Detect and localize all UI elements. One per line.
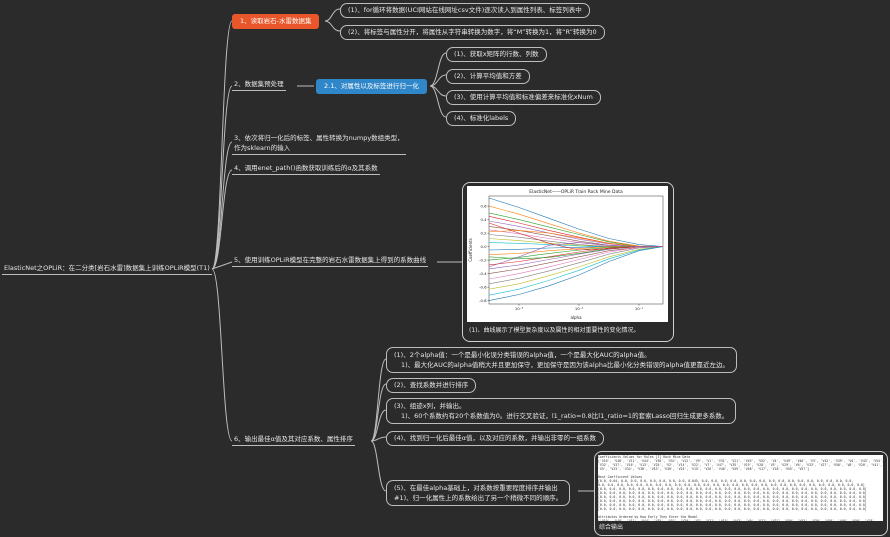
console-output-panel: Coefficients Values for Rules [I] Rock M… [598, 455, 883, 521]
y-tick-label: -0.2 [479, 258, 487, 263]
branch-2-preprocess[interactable]: 2、数据集预处理 [232, 79, 286, 91]
y-axis-label: Coefficients [468, 238, 473, 262]
branch-2-1-2-label: (2)、计算平均值和方差 [454, 72, 522, 80]
branch-6-3[interactable]: (3)、组迹x列，并输出。 1)、60个系数约有20个系数值为0。进行交叉验证，… [386, 398, 737, 424]
branch-6-1-line-2: 1)、最大化AUC的alpha值稍大并且更加保守，更加保守是因为该alpha比最… [401, 361, 729, 369]
branch-2-1-label: 2.1、对属性以及标签进行归一化 [324, 82, 419, 90]
x-axis-label: alpha [570, 315, 582, 320]
y-tick-label: 0.0 [480, 244, 487, 249]
chart-caption: (1)、曲线展示了模型复杂度以及属性的相对重要性的变化情况。 [469, 327, 640, 334]
branch-6-label: 6、输出最佳α值及其对应系数、属性排序 [234, 435, 353, 443]
x-tick-label: 10⁻² [575, 306, 584, 311]
branch-6-5-line-1: (5)、在最佳alpha基础上，对系数按重要程度排序并输出 [394, 484, 558, 492]
coefficient-chart: ElasticNet——OPLiR Train Rock Mine Data al… [467, 186, 668, 322]
branch-5-label: 5、使用训练OPLiR模型在完整的岩石水雷数据集上得到的系数曲线 [234, 256, 427, 264]
branch-3-numpy[interactable]: 3、依次将归一化后的标签、属性转换为numpy数组类型， 作为sklearn的输… [232, 132, 406, 155]
branch-3-line-1: 3、依次将归一化后的标签、属性转换为numpy数组类型， [234, 134, 404, 142]
branch-2-1-1-label: (1)、获取x矩阵的行数、列数 [454, 50, 539, 58]
branch-2-1-3-label: (3)、使用计算平均值和标准偏差来标准化xNum [454, 93, 593, 101]
console-output-line: ['V10', 'V48', 'V11', 'V44', 'V35', 'V51… [598, 519, 877, 521]
branch-6-5-line-2: #1)、归一化属性上的系数给出了另一个稍微不同的顺序。 [394, 494, 563, 502]
x-tick-label: 10⁻³ [515, 306, 524, 311]
branch-1-1-label: (1)、for循环将数据(UCI网站在线网址csv文件)逐次读入到属性列表、标签… [348, 6, 582, 14]
branch-1-2[interactable]: (2)、将标签与属性分开，将属性从字符串转换为数字，将“M”转换为1，将“R”转… [340, 25, 605, 40]
x-tick-label: 10⁻¹ [635, 306, 644, 311]
chart-image-box: ElasticNet——OPLiR Train Rock Mine Data al… [462, 182, 674, 342]
branch-1-read-dataset[interactable]: 1、读取岩石-水雷数据集 [232, 14, 320, 29]
branch-6-3-line-1: (3)、组迹x列，并输出。 [394, 402, 466, 410]
branch-2-1-4[interactable]: (4)、标准化labels [446, 111, 517, 126]
branch-3-line-2: 作为sklearn的输入 [234, 144, 291, 152]
y-tick-label: 0.6 [480, 204, 487, 209]
branch-2-label: 2、数据集预处理 [234, 80, 284, 88]
branch-4-enet-path[interactable]: 4、调用enet_path()函数获取训练后的α及其系数 [232, 163, 380, 175]
y-tick-label: 0.2 [480, 231, 487, 236]
branch-6-3-line-2: 1)、60个系数约有20个系数值为0。进行交叉验证，l1_ratio=0.8比l… [401, 412, 729, 420]
coefficient-chart-svg: ElasticNet——OPLiR Train Rock Mine Data al… [468, 189, 664, 320]
branch-1-1[interactable]: (1)、for循环将数据(UCI网站在线网址csv文件)逐次读入到属性列表、标签… [340, 3, 590, 18]
branch-4-label: 4、调用enet_path()函数获取训练后的α及其系数 [234, 164, 378, 172]
output-image-box: Coefficients Values for Rules [I] Rock M… [594, 451, 888, 536]
branch-6-best-alpha[interactable]: 6、输出最佳α值及其对应系数、属性排序 [232, 434, 355, 446]
output-caption: 综合输出 [599, 524, 624, 531]
y-tick-label: 0.4 [480, 217, 487, 222]
branch-2-1-3[interactable]: (3)、使用计算平均值和标准偏差来标准化xNum [446, 90, 601, 105]
branch-6-4[interactable]: (4)、找到归一化后最佳α值，以及对应的系数，并输出非零的一组系数 [386, 431, 604, 446]
branch-1-label: 1、读取岩石-水雷数据集 [240, 17, 312, 25]
branch-6-5[interactable]: (5)、在最佳alpha基础上，对系数按重要程度排序并输出 #1)、归一化属性上… [386, 480, 571, 506]
y-tick-label: -0.8 [479, 298, 487, 303]
root-node[interactable]: ElasticNet之OPLiR：在二分类[岩石水雷]数据集上训练OPLiR模型… [2, 263, 212, 275]
branch-6-1-line-1: (1)、2个alpha值：一个是最小化误分类错误的alpha值，一个是最大化AU… [394, 351, 651, 359]
y-tick-label: -0.6 [479, 285, 487, 290]
root-label: ElasticNet之OPLiR：在二分类[岩石水雷]数据集上训练OPLiR模型… [4, 264, 210, 272]
console-output-line: [0.0, 0.0, 0.0, 0.0, 0.0, 0.0, 0.0, 0.0,… [598, 507, 867, 511]
branch-2-1-1[interactable]: (1)、获取x矩阵的行数、列数 [446, 47, 547, 62]
branch-5-coef-curves[interactable]: 5、使用训练OPLiR模型在完整的岩石水雷数据集上得到的系数曲线 [232, 255, 429, 267]
chart-title: ElasticNet——OPLiR Train Rock Mine Data [529, 189, 623, 195]
branch-2-1-2[interactable]: (2)、计算平均值和方差 [446, 69, 530, 84]
branch-2-1-4-label: (4)、标准化labels [454, 114, 509, 122]
branch-6-1[interactable]: (1)、2个alpha值：一个是最小化误分类错误的alpha值，一个是最大化AU… [386, 347, 737, 373]
branch-6-2-label: (2)、查找系数并进行排序 [394, 381, 469, 389]
coefficient-series-line [488, 246, 664, 290]
branch-1-2-label: (2)、将标签与属性分开，将属性从字符串转换为数字，将“M”转换为1，将“R”转… [348, 28, 597, 36]
branch-6-2[interactable]: (2)、查找系数并进行排序 [386, 378, 477, 393]
y-tick-label: -0.4 [479, 271, 487, 276]
branch-2-1-normalize[interactable]: 2.1、对属性以及标签进行归一化 [316, 79, 427, 94]
branch-6-4-label: (4)、找到归一化后最佳α值，以及对应的系数，并输出非零的一组系数 [394, 434, 596, 442]
